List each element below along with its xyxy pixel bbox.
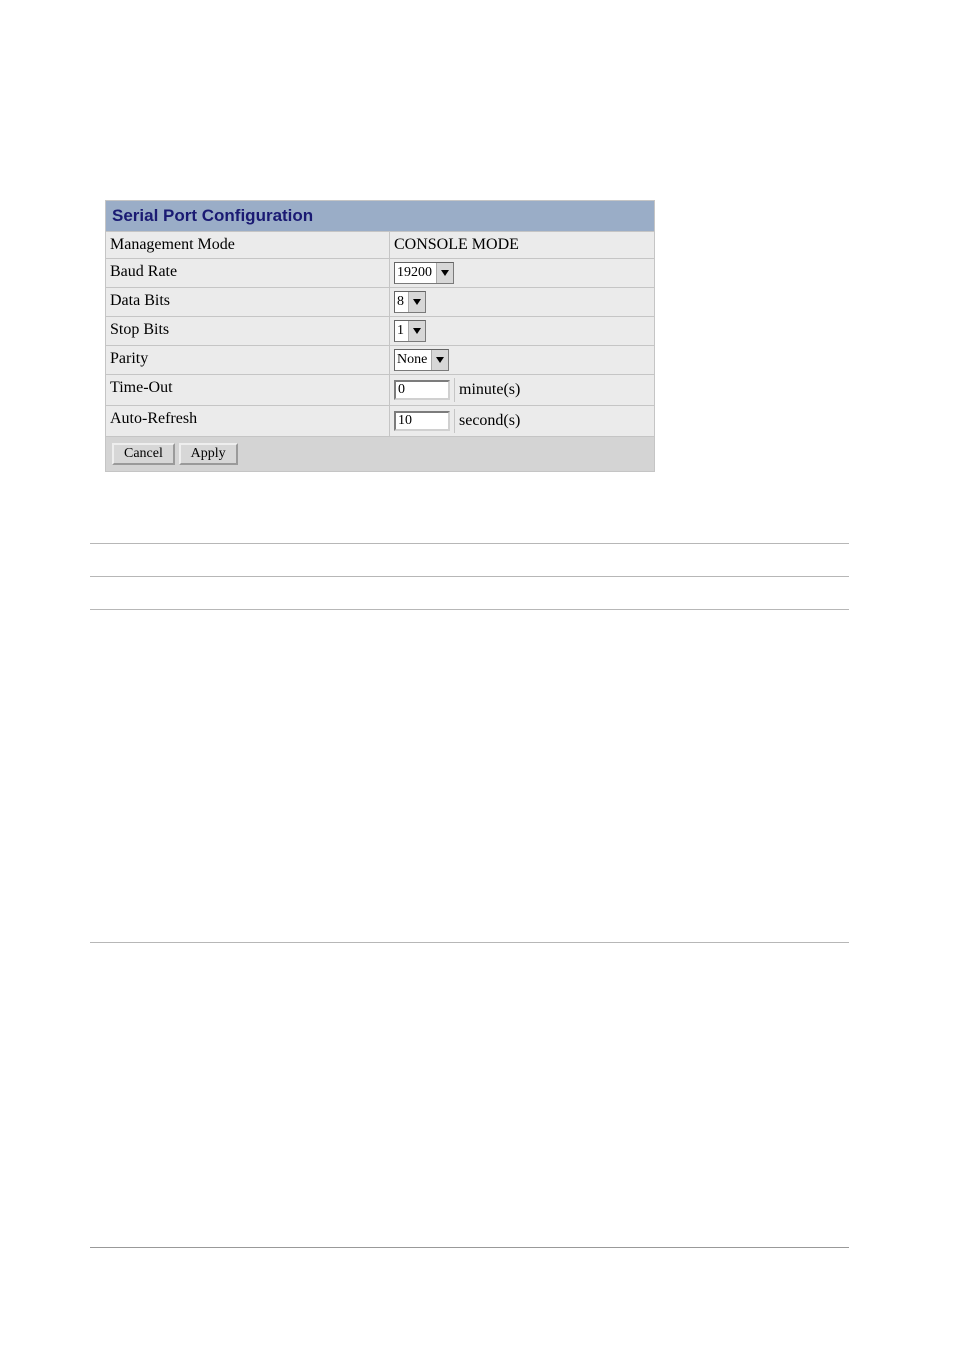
row-time-out: Time-Out minute(s) xyxy=(106,375,654,406)
chevron-down-icon xyxy=(408,292,425,312)
row-auto-refresh: Auto-Refresh second(s) xyxy=(106,406,654,437)
parity-select[interactable]: None xyxy=(394,349,449,371)
stop-bits-value: 1 xyxy=(395,321,408,341)
parity-value: None xyxy=(395,350,431,370)
cancel-button[interactable]: Cancel xyxy=(112,443,175,465)
auto-refresh-unit: second(s) xyxy=(454,409,520,433)
label-stop-bits: Stop Bits xyxy=(106,317,390,345)
divider xyxy=(90,609,849,610)
apply-button[interactable]: Apply xyxy=(179,443,238,465)
label-baud-rate: Baud Rate xyxy=(106,259,390,287)
baud-rate-value: 19200 xyxy=(395,263,436,283)
label-auto-refresh: Auto-Refresh xyxy=(106,406,390,436)
divider xyxy=(90,942,849,943)
stop-bits-select[interactable]: 1 xyxy=(394,320,426,342)
label-data-bits: Data Bits xyxy=(106,288,390,316)
row-baud-rate: Baud Rate 19200 xyxy=(106,259,654,288)
divider xyxy=(90,1247,849,1248)
time-out-unit: minute(s) xyxy=(454,378,520,402)
divider xyxy=(90,576,849,577)
chevron-down-icon xyxy=(408,321,425,341)
value-management-mode: CONSOLE MODE xyxy=(390,232,654,258)
baud-rate-select[interactable]: 19200 xyxy=(394,262,454,284)
data-bits-value: 8 xyxy=(395,292,408,312)
label-management-mode: Management Mode xyxy=(106,232,390,258)
auto-refresh-input[interactable] xyxy=(394,411,450,431)
row-management-mode: Management Mode CONSOLE MODE xyxy=(106,232,654,259)
serial-port-config-panel: Serial Port Configuration Management Mod… xyxy=(105,200,655,472)
row-parity: Parity None xyxy=(106,346,654,375)
divider xyxy=(90,543,849,544)
row-stop-bits: Stop Bits 1 xyxy=(106,317,654,346)
panel-title: Serial Port Configuration xyxy=(106,201,654,232)
panel-footer: Cancel Apply xyxy=(106,437,654,471)
label-parity: Parity xyxy=(106,346,390,374)
data-bits-select[interactable]: 8 xyxy=(394,291,426,313)
chevron-down-icon xyxy=(431,350,448,370)
label-time-out: Time-Out xyxy=(106,375,390,405)
time-out-input[interactable] xyxy=(394,380,450,400)
chevron-down-icon xyxy=(436,263,453,283)
row-data-bits: Data Bits 8 xyxy=(106,288,654,317)
